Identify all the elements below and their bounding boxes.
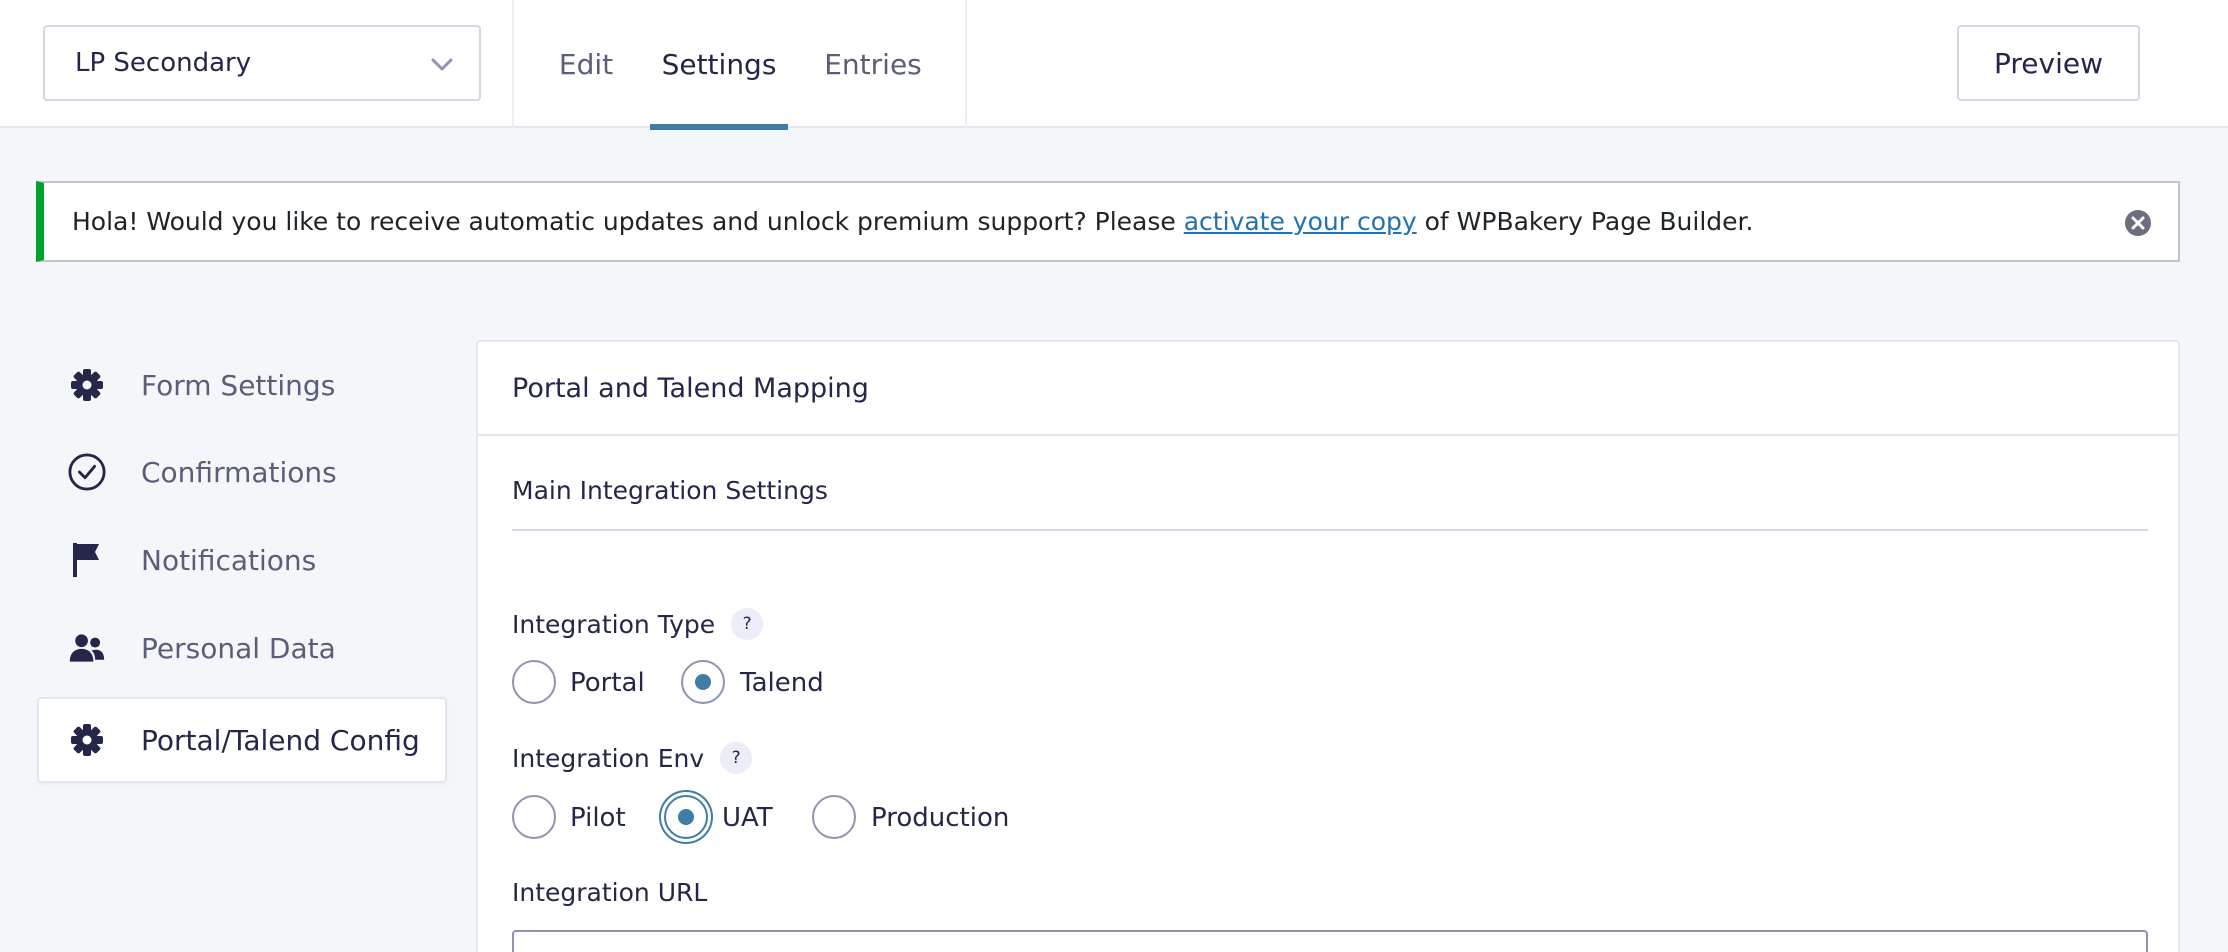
activate-link[interactable]: activate your copy	[1184, 207, 1417, 236]
sidebar-item-confirmations[interactable]: Confirmations	[37, 429, 447, 515]
notice-text-after: of WPBakery Page Builder.	[1416, 207, 1754, 236]
panel-title: Portal and Talend Mapping	[478, 342, 2178, 436]
integration-type-label-text: Integration Type	[512, 609, 716, 639]
section-title: Main Integration Settings	[512, 476, 828, 505]
notice-message: Hola! Would you like to receive automati…	[72, 207, 1753, 236]
tab-divider-right	[965, 0, 967, 128]
sidebar-item-label: Confirmations	[141, 455, 337, 489]
tab-divider-left	[512, 0, 514, 128]
notice-text-before: Hola! Would you like to receive automati…	[72, 207, 1184, 236]
sidebar-item-label: Personal Data	[141, 631, 336, 665]
preview-button[interactable]: Preview	[1957, 25, 2140, 101]
integration-type-portal-radio[interactable]	[512, 660, 556, 704]
sidebar-item-form-settings[interactable]: Form Settings	[37, 342, 447, 428]
help-icon[interactable]: ?	[720, 742, 753, 774]
integration-type-label: Integration Type ?	[512, 608, 764, 640]
update-notice: Hola! Would you like to receive automati…	[36, 181, 2180, 262]
active-tab-indicator	[650, 124, 788, 130]
integration-env-label-text: Integration Env	[512, 743, 705, 773]
gear-icon	[68, 366, 106, 404]
chevron-down-icon	[431, 58, 453, 71]
sidebar-item-label: Portal/Talend Config	[141, 723, 420, 757]
form-selector-dropdown[interactable]: LP Secondary	[43, 25, 481, 101]
section-divider	[512, 529, 2148, 531]
check-circle-icon	[68, 453, 106, 491]
integration-env-uat-label[interactable]: UAT	[722, 803, 773, 833]
tab-entries[interactable]: Entries	[818, 0, 928, 128]
sidebar-item-notifications[interactable]: Notifications	[37, 517, 447, 603]
sidebar-item-label: Notifications	[141, 543, 317, 577]
integration-env-label: Integration Env ?	[512, 742, 753, 774]
integration-env-production-radio[interactable]	[812, 795, 856, 839]
tab-settings-label: Settings	[661, 47, 777, 81]
top-bar: LP Secondary Edit Settings Entries Previ…	[0, 0, 2228, 130]
help-icon[interactable]: ?	[731, 608, 764, 640]
settings-panel: Portal and Talend Mapping Main Integrati…	[476, 340, 2180, 952]
close-circle-icon[interactable]	[2124, 209, 2152, 237]
integration-env-production-label[interactable]: Production	[871, 803, 1009, 833]
gear-icon	[68, 721, 106, 759]
integration-env-pilot-label[interactable]: Pilot	[570, 803, 626, 833]
tab-edit-label: Edit	[558, 47, 614, 81]
integration-url-label: Integration URL	[512, 878, 707, 907]
integration-env-uat-radio[interactable]	[664, 795, 708, 839]
integration-url-input[interactable]	[512, 930, 2148, 952]
integration-env-pilot-radio[interactable]	[512, 795, 556, 839]
form-selector-value: LP Secondary	[75, 48, 252, 78]
tab-entries-label: Entries	[824, 47, 922, 81]
integration-type-portal-label[interactable]: Portal	[570, 668, 645, 698]
preview-button-label: Preview	[1994, 46, 2103, 80]
tab-edit[interactable]: Edit	[552, 0, 620, 128]
sidebar-item-label: Form Settings	[141, 368, 336, 402]
integration-type-talend-label[interactable]: Talend	[740, 668, 824, 698]
users-icon	[68, 629, 106, 667]
tab-settings[interactable]: Settings	[650, 0, 788, 130]
sidebar-item-personal-data[interactable]: Personal Data	[37, 605, 447, 691]
integration-type-talend-radio[interactable]	[681, 660, 725, 704]
sidebar-item-portal-talend-config[interactable]: Portal/Talend Config	[37, 697, 447, 783]
flag-icon	[68, 541, 106, 579]
integration-url-label-text: Integration URL	[512, 878, 708, 907]
